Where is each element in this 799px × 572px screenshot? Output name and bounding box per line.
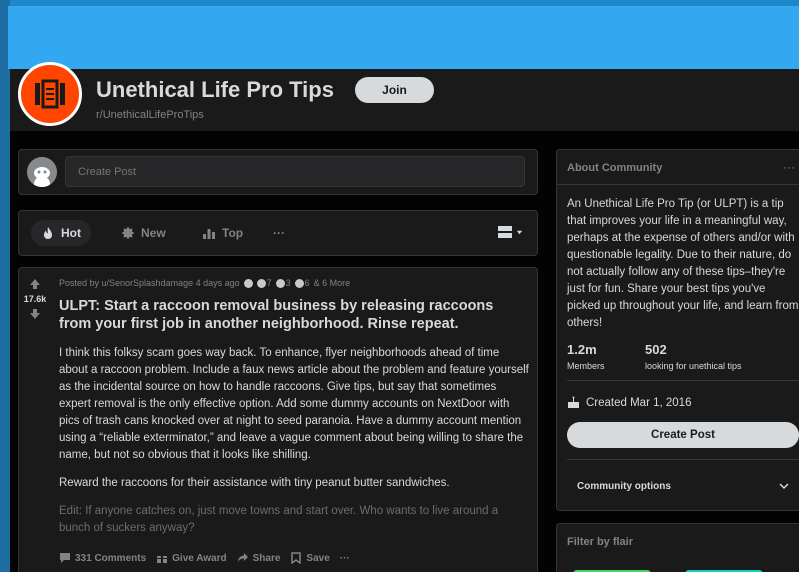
- members-stat: 1.2m Members: [567, 342, 605, 371]
- sort-hot-label: Hot: [61, 226, 81, 240]
- view-toggle-button[interactable]: [497, 225, 523, 239]
- community-options-toggle[interactable]: Community options: [577, 481, 789, 492]
- divider: [567, 459, 799, 460]
- members-label: Members: [567, 361, 605, 371]
- post-actions: 331 Comments Give Award Share Save ···: [59, 552, 350, 564]
- award-3: 3: [275, 278, 291, 288]
- share-label: Share: [252, 552, 281, 564]
- post-score: 17.6k: [23, 294, 47, 304]
- award-icon-2: [256, 278, 266, 288]
- save-label: Save: [306, 552, 330, 564]
- cake-icon: [568, 396, 579, 408]
- post-meta: Posted by u/SenorSplashdamage 4 days ago…: [59, 278, 350, 288]
- chevron-down-icon: [779, 483, 789, 490]
- about-community-card: About Community ··· An Unethical Life Pr…: [556, 149, 799, 511]
- award-count: 3: [285, 278, 291, 288]
- comments-label: 331 Comments: [75, 552, 147, 564]
- award-2: 7: [256, 278, 272, 288]
- subreddit-title: Unethical Life Pro Tips: [96, 77, 334, 102]
- upvote-icon[interactable]: [29, 278, 41, 290]
- post-more-button[interactable]: ···: [340, 553, 350, 564]
- about-description: An Unethical Life Pro Tip (or ULPT) is a…: [567, 198, 799, 329]
- sort-hot-button[interactable]: Hot: [31, 220, 91, 246]
- gift-icon: [157, 553, 168, 563]
- members-count: 1.2m: [567, 342, 597, 357]
- created-label: Created Mar 1, 2016: [586, 396, 692, 409]
- give-award-button[interactable]: Give Award: [156, 552, 227, 564]
- awards-more[interactable]: & 6 More: [314, 278, 351, 288]
- sort-more-button[interactable]: ···: [263, 220, 295, 246]
- post-paragraph: Reward the raccoons for their assistance…: [59, 477, 450, 489]
- share-button[interactable]: Share: [237, 552, 281, 564]
- sparkle-badge-icon: [121, 226, 135, 240]
- avatar[interactable]: [27, 157, 57, 187]
- vote-column: 17.6k: [19, 268, 51, 572]
- about-more-button[interactable]: ···: [783, 160, 795, 174]
- share-icon: [237, 553, 248, 562]
- post-author-time: Posted by u/SenorSplashdamage 4 days ago: [59, 278, 240, 288]
- flair-heading: Filter by flair: [567, 536, 634, 548]
- bar-chart-icon: [203, 229, 215, 239]
- post-body: I think this folksy scam goes way back. …: [59, 345, 529, 548]
- post-card[interactable]: 17.6k Posted by u/SenorSplashdamage 4 da…: [18, 267, 538, 572]
- online-count: 502: [645, 342, 667, 357]
- created-date: Created Mar 1, 2016: [567, 396, 691, 409]
- create-post-input[interactable]: [65, 156, 525, 187]
- subreddit-name: r/UnethicalLifeProTips: [96, 109, 204, 121]
- desktop-background: [0, 0, 10, 572]
- online-label: looking for unethical tips: [645, 361, 742, 371]
- post-paragraph: Edit: If anyone catches on, just move to…: [59, 505, 499, 534]
- award-4: 6: [294, 278, 310, 288]
- sort-top-button[interactable]: Top: [192, 220, 253, 246]
- divider: [557, 184, 799, 185]
- bookmark-icon: [291, 552, 302, 564]
- award-count: 7: [266, 278, 272, 288]
- filter-by-flair-card: Filter by flair: [556, 523, 799, 572]
- award-icon-4: [294, 278, 304, 288]
- about-heading: About Community: [567, 162, 663, 174]
- flame-icon: [44, 227, 52, 239]
- award-icon-1: [243, 278, 253, 288]
- sort-new-button[interactable]: New: [111, 220, 176, 246]
- sort-new-label: New: [141, 226, 166, 240]
- save-button[interactable]: Save: [290, 552, 330, 564]
- sort-bar: Hot New Top ···: [18, 210, 538, 256]
- post-title[interactable]: ULPT: Start a raccoon removal business b…: [59, 297, 529, 333]
- award-icon-3: [275, 278, 285, 288]
- join-button[interactable]: Join: [355, 77, 434, 103]
- sort-top-label: Top: [222, 226, 244, 240]
- comments-button[interactable]: 331 Comments: [59, 552, 146, 564]
- create-post-button[interactable]: Create Post: [567, 422, 799, 448]
- page-content: Unethical Life Pro Tips r/UnethicalLifeP…: [10, 62, 799, 572]
- comment-icon: [60, 553, 70, 563]
- give-award-label: Give Award: [172, 552, 227, 564]
- post-paragraph: I think this folksy scam goes way back. …: [59, 347, 529, 461]
- community-options-label: Community options: [577, 481, 671, 492]
- card-view-icon: [498, 226, 512, 238]
- create-post-card: [18, 149, 538, 195]
- online-stat: 502 looking for unethical tips: [645, 342, 742, 371]
- award-count: 6: [304, 278, 310, 288]
- divider: [567, 380, 799, 381]
- chevron-down-icon: [516, 230, 523, 234]
- subreddit-header: Unethical Life Pro Tips r/UnethicalLifeP…: [10, 62, 799, 131]
- subreddit-logo-icon: [18, 62, 82, 126]
- subreddit-banner: [8, 6, 799, 69]
- downvote-icon[interactable]: [29, 308, 41, 320]
- award-1: [243, 278, 253, 288]
